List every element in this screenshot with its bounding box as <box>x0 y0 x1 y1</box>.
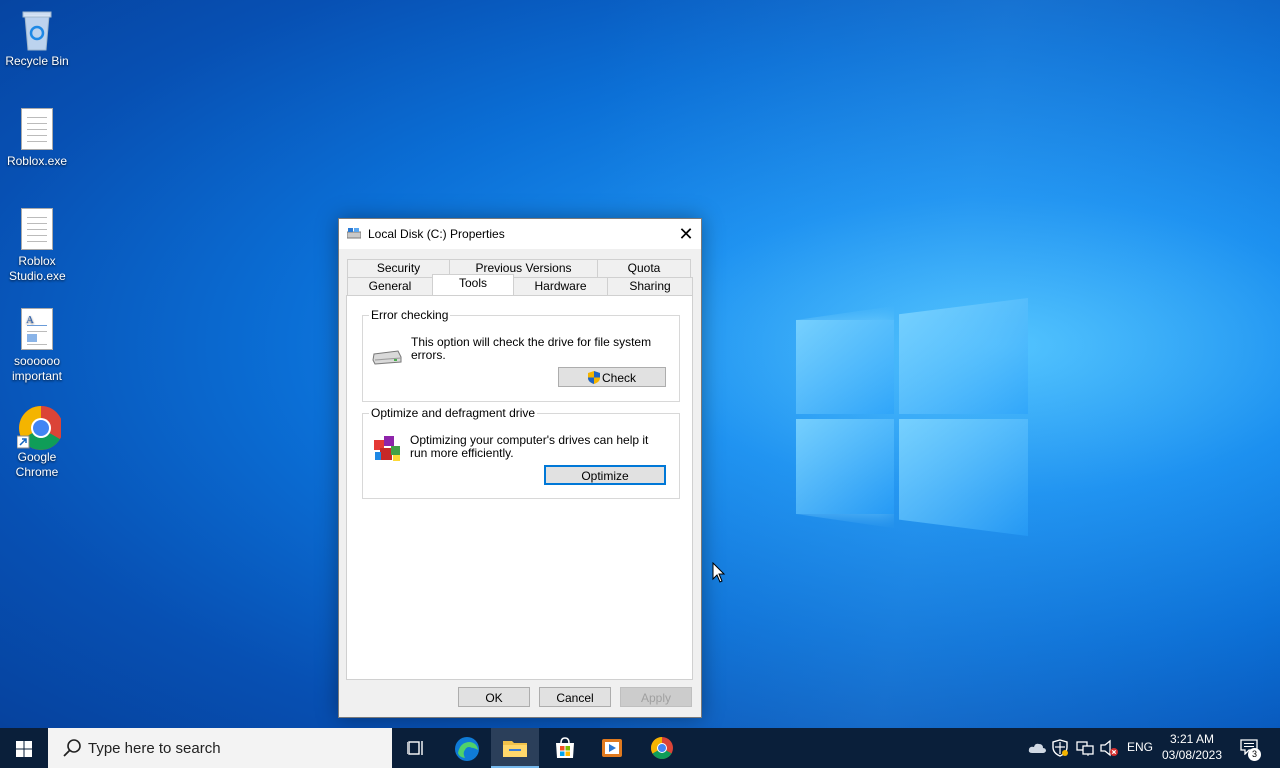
close-icon: ✕ <box>678 224 694 244</box>
store-icon <box>556 737 574 758</box>
start-button[interactable] <box>0 728 48 768</box>
uac-shield-icon <box>587 371 600 384</box>
file-explorer-icon <box>503 741 527 757</box>
desktop-icon-label: Google Chrome <box>15 450 59 479</box>
drive-icon <box>347 228 361 239</box>
dialog-title: Local Disk (C:) Properties <box>368 227 505 241</box>
ok-button[interactable]: OK <box>458 687 530 707</box>
desktop-icon-recycle-bin[interactable]: Recycle Bin <box>4 8 70 69</box>
task-view-button[interactable] <box>392 728 440 768</box>
file-explorer-taskbar-button[interactable] <box>491 728 539 768</box>
file-icon <box>17 108 57 152</box>
check-button[interactable]: Check <box>558 367 666 387</box>
desktop-icon-google-chrome[interactable]: Google Chrome <box>4 404 70 480</box>
security-shield-icon[interactable] <box>1052 739 1068 757</box>
desktop-icon-roblox-studio[interactable]: Roblox Studio.exe <box>4 208 70 284</box>
tab-tools[interactable]: Tools <box>432 274 514 295</box>
hard-drive-icon <box>372 350 402 365</box>
chrome-taskbar-button[interactable] <box>638 728 686 768</box>
dialog-titlebar[interactable]: Local Disk (C:) Properties ✕ <box>339 219 701 249</box>
desktop-icon-label: Roblox Studio.exe <box>9 254 66 283</box>
check-button-label: Check <box>601 371 636 385</box>
clock-time: 3:21 AM <box>1169 732 1215 746</box>
defragment-icon <box>374 436 400 461</box>
tab-hardware[interactable]: Hardware <box>513 277 608 296</box>
windows-start-icon <box>16 741 32 757</box>
document-icon: A <box>17 308 57 352</box>
tab-sharing[interactable]: Sharing <box>607 277 693 296</box>
taskbar: Type here to search ENG 3:21 AM 03/08/20… <box>0 728 1280 768</box>
error-checking-description: This option will check the drive for fil… <box>411 335 652 362</box>
edge-icon <box>455 737 479 761</box>
optimize-legend: Optimize and defragment drive <box>369 406 538 420</box>
desktop-icon-label: soooooo important <box>11 354 63 383</box>
optimize-group: Optimize and defragment drive Optimizing… <box>362 406 680 499</box>
properties-dialog: Local Disk (C:) Properties ✕ Security Pr… <box>338 218 702 718</box>
language-indicator[interactable]: ENG <box>1127 740 1153 756</box>
onedrive-icon[interactable] <box>1028 740 1046 756</box>
media-player-taskbar-button[interactable] <box>588 728 636 768</box>
desktop-icon-soooooo-important[interactable]: A soooooo important <box>4 308 70 384</box>
error-checking-legend: Error checking <box>369 308 451 322</box>
store-taskbar-button[interactable] <box>540 728 588 768</box>
media-player-icon <box>602 739 622 757</box>
mouse-cursor-icon <box>712 562 726 583</box>
search-placeholder: Type here to search <box>88 740 221 757</box>
network-icon[interactable] <box>1076 739 1094 757</box>
chrome-icon <box>16 404 63 450</box>
tab-general[interactable]: General <box>347 277 433 296</box>
taskbar-clock[interactable]: 3:21 AM 03/08/2023 <box>1158 731 1226 763</box>
clock-date: 03/08/2023 <box>1161 748 1223 762</box>
notification-badge: 3 <box>1248 748 1261 761</box>
apply-button[interactable]: Apply <box>620 687 692 707</box>
tools-panel: Error checking This option will check th… <box>346 295 693 680</box>
file-icon <box>17 208 57 252</box>
volume-muted-icon[interactable] <box>1100 739 1118 757</box>
action-center-button[interactable]: 3 <box>1234 728 1270 768</box>
cancel-button[interactable]: Cancel <box>539 687 611 707</box>
taskbar-search-box[interactable]: Type here to search <box>48 728 392 768</box>
error-checking-group: Error checking This option will check th… <box>362 308 680 402</box>
tab-quota[interactable]: Quota <box>597 259 691 278</box>
optimize-description: Optimizing your computer's drives can he… <box>410 433 649 460</box>
optimize-button[interactable]: Optimize <box>544 465 666 485</box>
close-button[interactable]: ✕ <box>671 219 701 249</box>
windows-wallpaper-logo <box>796 298 1028 536</box>
task-view-icon <box>407 741 423 755</box>
desktop-icon-roblox[interactable]: Roblox.exe <box>4 108 70 169</box>
edge-taskbar-button[interactable] <box>443 728 491 768</box>
search-icon <box>63 739 81 757</box>
desktop-icon-label: Roblox.exe <box>6 154 68 168</box>
recycle-bin-icon <box>17 8 57 52</box>
desktop-icon-label: Recycle Bin <box>5 54 69 68</box>
chrome-icon <box>651 737 673 759</box>
